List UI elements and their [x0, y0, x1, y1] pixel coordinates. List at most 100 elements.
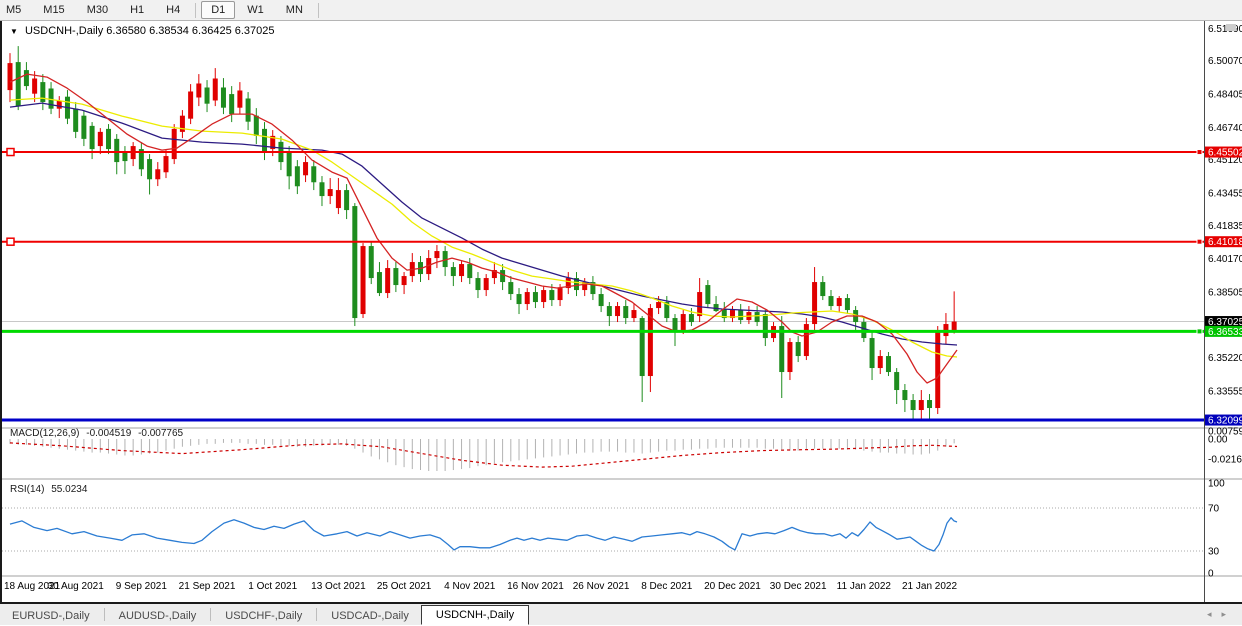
- candle-body: [738, 310, 743, 320]
- date-axis-label: 16 Nov 2021: [507, 581, 564, 592]
- candle-body: [845, 298, 850, 310]
- candle-body: [673, 318, 678, 330]
- timeframe-button-m5[interactable]: M5: [0, 1, 31, 19]
- axis-marker-glyph: [1197, 239, 1202, 244]
- date-axis-label: 8 Dec 2021: [641, 581, 693, 592]
- timeframe-button-w1[interactable]: W1: [237, 1, 274, 19]
- price-marker-label: 6.41018: [1208, 237, 1242, 248]
- candle-body: [558, 288, 563, 300]
- candle-body: [246, 98, 251, 121]
- candle-body: [533, 292, 538, 302]
- timeframe-button-m15[interactable]: M15: [33, 1, 74, 19]
- candle-body: [459, 264, 464, 276]
- tab-separator: [104, 608, 105, 621]
- level-drag-handle[interactable]: [7, 149, 14, 156]
- symbol-tab-usdcad[interactable]: USDCAD-,Daily: [319, 607, 421, 625]
- date-axis-label: 30 Dec 2021: [770, 581, 827, 592]
- candle-body: [402, 276, 407, 285]
- candle-body: [205, 87, 210, 103]
- date-axis-label: 21 Sep 2021: [179, 581, 236, 592]
- candle-body: [262, 129, 267, 152]
- candle-body: [755, 312, 760, 322]
- candle-body: [484, 278, 489, 290]
- candle-body: [163, 156, 168, 172]
- candle-body: [73, 109, 78, 132]
- rsi-value: 55.0234: [51, 484, 87, 495]
- candle-body: [763, 314, 768, 338]
- symbol-tab-usdchf[interactable]: USDCHF-,Daily: [213, 607, 314, 625]
- price-axis-label: 6.48405: [1208, 89, 1242, 100]
- macd-axis-label: 0.00: [1208, 435, 1228, 446]
- candle-body: [623, 306, 628, 318]
- date-axis-label: 13 Oct 2021: [311, 581, 366, 592]
- scroll-grip[interactable]: [1226, 24, 1236, 31]
- candle-body: [935, 330, 940, 408]
- axis-marker-glyph: [1197, 329, 1202, 334]
- chart-canvas[interactable]: 6.516906.500706.484056.467406.451206.434…: [2, 21, 1242, 602]
- price-axis-label: 6.38505: [1208, 287, 1242, 298]
- chart-window: ▼ USDCNH-,Daily 6.36580 6.38534 6.36425 …: [0, 21, 1242, 604]
- candle-body: [57, 101, 62, 109]
- candle-body: [213, 78, 218, 100]
- candle-body: [870, 338, 875, 368]
- date-axis: 18 Aug 202130 Aug 20219 Sep 202121 Sep 2…: [4, 581, 957, 592]
- price-axis-label: 6.51690: [1208, 24, 1242, 35]
- date-axis-label: 21 Jan 2022: [902, 581, 957, 592]
- candle-body: [393, 268, 398, 285]
- candle-body: [525, 292, 530, 304]
- candle-body: [508, 282, 513, 294]
- symbol-tab-eurusd[interactable]: EURUSD-,Daily: [0, 607, 102, 625]
- timeframe-button-h4[interactable]: H4: [156, 1, 190, 19]
- timeframe-button-mn[interactable]: MN: [276, 1, 313, 19]
- candle-body: [106, 129, 111, 149]
- candle-body: [254, 116, 259, 136]
- price-axis-label: 6.43455: [1208, 188, 1242, 199]
- date-axis-label: 11 Jan 2022: [837, 581, 892, 592]
- candle-body: [549, 290, 554, 300]
- rsi-axis-label: 0: [1208, 569, 1214, 580]
- candle-body: [697, 292, 702, 316]
- candle-body: [319, 182, 324, 196]
- timeframe-button-d1[interactable]: D1: [201, 1, 235, 19]
- price-marker-label: 6.36533: [1208, 327, 1242, 338]
- candle-body: [361, 246, 366, 314]
- date-axis-label: 25 Oct 2021: [377, 581, 432, 592]
- chart-title: ▼ USDCNH-,Daily 6.36580 6.38534 6.36425 …: [10, 25, 275, 37]
- candle-body: [837, 298, 842, 306]
- date-axis-label: 9 Sep 2021: [116, 581, 168, 592]
- candle-body: [328, 189, 333, 196]
- date-axis-label: 1 Oct 2021: [248, 581, 297, 592]
- ma-fast-line: [10, 74, 957, 383]
- symbol-tab-usdcnh[interactable]: USDCNH-,Daily: [421, 605, 529, 625]
- timeframe-button-m30[interactable]: M30: [77, 1, 118, 19]
- candle-body: [8, 63, 13, 90]
- candle-body: [221, 87, 226, 107]
- candle-body: [541, 290, 546, 302]
- candle-body: [796, 342, 801, 356]
- chart-symbol-period: USDCNH-,Daily: [25, 25, 103, 37]
- symbol-dropdown-icon[interactable]: ▼: [10, 27, 18, 36]
- candle-body: [188, 91, 193, 118]
- symbol-tab-audusd[interactable]: AUDUSD-,Daily: [107, 607, 209, 625]
- candle-body: [927, 400, 932, 408]
- symbol-tabbar: EURUSD-,Daily AUDUSD-,DailyUSDCHF-,Daily U…: [0, 604, 1242, 625]
- candle-body: [196, 83, 201, 97]
- rsi-line: [10, 518, 957, 551]
- candle-body: [919, 400, 924, 410]
- candle-body: [344, 190, 349, 210]
- price-marker-label: 6.32099: [1208, 416, 1242, 427]
- candle-body: [911, 400, 916, 410]
- candle-body: [779, 326, 784, 372]
- timeframe-button-h1[interactable]: H1: [120, 1, 154, 19]
- candle-body: [467, 264, 472, 278]
- tab-scroll-arrows[interactable]: ◂▸: [1207, 609, 1236, 620]
- level-drag-handle[interactable]: [7, 238, 14, 245]
- candle-body: [475, 278, 480, 290]
- candle-body: [369, 246, 374, 278]
- candle-body: [155, 169, 160, 179]
- candle-body: [377, 272, 382, 293]
- candle-body: [886, 356, 891, 372]
- tab-separator: [316, 608, 317, 621]
- chart-ohlc-values: 6.36580 6.38534 6.36425 6.37025: [106, 25, 274, 37]
- candle-body: [640, 318, 645, 376]
